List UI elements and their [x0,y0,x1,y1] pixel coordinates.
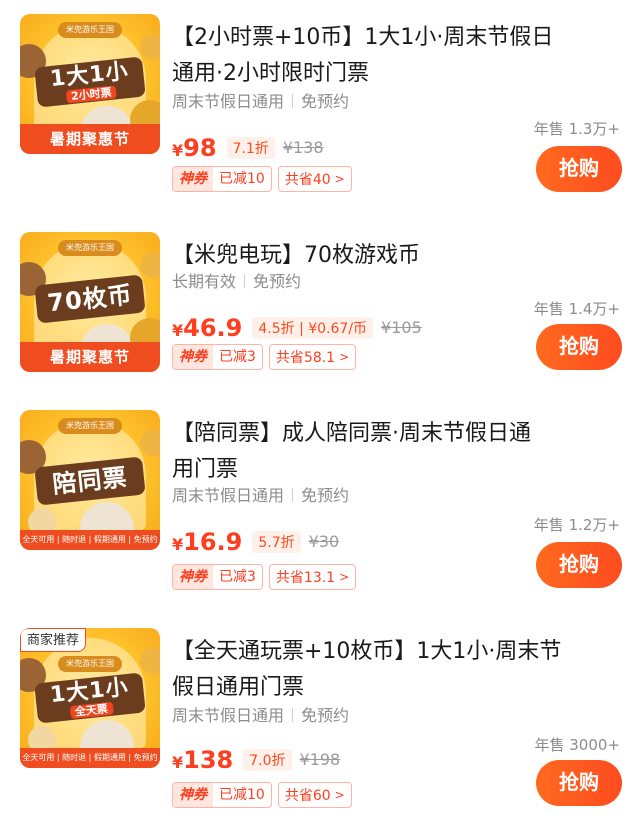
validity-label: 周末节假日通用 [172,92,285,111]
savings-link[interactable]: 共省60 > [277,782,352,808]
coupon-tag: 神券 [173,167,213,191]
chevron-right-icon: > [339,570,350,584]
deal-card[interactable]: 米兜游乐王国 70枚币 暑期聚惠节 【米兜电玩】70枚游戏币 长期有效 免预约 ¥… [0,232,640,402]
merchant-recommend-badge: 商家推荐 [20,628,87,652]
annual-sales: 年售 1.4万+ [533,300,620,318]
meta-divider [292,708,294,722]
chevron-right-icon: > [334,172,345,186]
buy-button[interactable]: 抢购 [536,760,622,806]
annual-sales: 年售 3000+ [534,736,620,754]
original-price: ¥30 [308,532,340,551]
coupon-badge: 神券 已减10 [172,782,272,808]
thumb-badge-title: 70枚币 [46,280,134,318]
booking-label: 免预约 [301,486,350,505]
savings-label: 共省60 [284,788,331,804]
savings-label: 共省13.1 [275,570,336,586]
annual-sales: 年售 1.3万+ [533,120,620,138]
deal-card[interactable]: 米兜游乐王国 1大1小 2小时票 暑期聚惠节 【2小时票+10币】1大1小·周末… [0,14,640,204]
coupon-badge: 神券 已减10 [172,166,272,192]
thumb-badge-title: 1大1小 [48,674,130,708]
coupon-tag: 神券 [173,783,213,807]
savings-link[interactable]: 共省13.1 > [268,564,357,590]
price-row: ¥46.9 4.5折 | ¥0.67/币 ¥105 [172,314,422,342]
park-logo: 米兜游乐王国 [58,22,122,38]
deal-meta: 周末节假日通用 免预约 [172,90,349,114]
booking-label: 免预约 [301,706,350,725]
price-row: ¥138 7.0折 ¥198 [172,746,340,774]
coupon-row: 神券 已减3 共省13.1 > [172,564,357,590]
discount-badge: 5.7折 [252,531,301,553]
validity-label: 长期有效 [172,272,237,291]
coupon-amount: 已减10 [219,171,265,187]
coupon-row: 神券 已减3 共省58.1 > [172,344,357,370]
booking-label: 免预约 [253,272,302,291]
thumb-badge-title: 1大1小 [48,58,130,92]
deal-thumbnail[interactable]: 米兜游乐王国 陪同票 全天可用 | 随时退 | 假期通用 | 免预约 [20,410,160,550]
original-price: ¥198 [299,750,341,769]
validity-label: 周末节假日通用 [172,706,285,725]
deal-card[interactable]: 米兜游乐王国 陪同票 全天可用 | 随时退 | 假期通用 | 免预约 【陪同票】… [0,410,640,600]
deal-meta: 周末节假日通用 免预约 [172,484,349,508]
thumb-ribbon: 暑期聚惠节 [20,342,160,372]
discount-badge: 4.5折 | ¥0.67/币 [252,317,374,339]
park-logo: 米兜游乐王国 [58,656,122,672]
coupon-row: 神券 已减10 共省60 > [172,782,352,808]
deal-thumbnail[interactable]: 米兜游乐王国 1大1小 2小时票 暑期聚惠节 [20,14,160,154]
deal-thumbnail[interactable]: 米兜游乐王国 70枚币 暑期聚惠节 [20,232,160,372]
coupon-amount: 已减10 [219,787,265,803]
deal-title[interactable]: 【2小时票+10币】1大1小·周末节假日 通用·2小时限时门票 [172,20,624,92]
coupon-row: 神券 已减10 共省40 > [172,166,352,192]
original-price: ¥138 [282,138,324,157]
discount-badge: 7.1折 [226,137,275,159]
price: ¥16.9 [172,528,243,556]
meta-divider [292,488,294,502]
park-logo: 米兜游乐王国 [58,418,122,434]
price: ¥138 [172,746,234,774]
booking-label: 免预约 [301,92,350,111]
savings-label: 共省40 [284,172,331,188]
thumb-ribbon: 全天可用 | 随时退 | 假期通用 | 免预约 [20,748,160,768]
buy-button[interactable]: 抢购 [536,324,622,370]
coupon-badge: 神券 已减3 [172,564,263,590]
deal-thumbnail[interactable]: 米兜游乐王国 1大1小 全天票 全天可用 | 随时退 | 假期通用 | 免预约 … [20,628,160,768]
deal-list: 米兜游乐王国 1大1小 2小时票 暑期聚惠节 【2小时票+10币】1大1小·周末… [0,0,640,834]
savings-label: 共省58.1 [275,350,336,366]
coupon-amount: 已减3 [219,349,256,365]
validity-label: 周末节假日通用 [172,486,285,505]
original-price: ¥105 [381,318,422,337]
chevron-right-icon: > [339,350,350,364]
annual-sales: 年售 1.2万+ [533,516,620,534]
coupon-badge: 神券 已减3 [172,344,263,370]
deal-title[interactable]: 【米兜电玩】70枚游戏币 [172,238,624,274]
thumb-ribbon: 暑期聚惠节 [20,124,160,154]
savings-link[interactable]: 共省40 > [277,166,352,192]
discount-badge: 7.0折 [243,749,292,771]
price-row: ¥98 7.1折 ¥138 [172,134,324,162]
price: ¥46.9 [172,314,243,342]
buy-button[interactable]: 抢购 [536,542,622,588]
thumb-ribbon: 全天可用 | 随时退 | 假期通用 | 免预约 [20,530,160,550]
price-row: ¥16.9 5.7折 ¥30 [172,528,339,556]
deal-meta: 周末节假日通用 免预约 [172,704,349,728]
coupon-tag: 神券 [173,565,213,589]
buy-button[interactable]: 抢购 [536,146,622,192]
savings-link[interactable]: 共省58.1 > [268,344,357,370]
meta-divider [292,94,294,108]
thumb-badge-title: 陪同票 [51,463,129,499]
deal-card[interactable]: 米兜游乐王国 1大1小 全天票 全天可用 | 随时退 | 假期通用 | 免预约 … [0,628,640,828]
chevron-right-icon: > [334,788,345,802]
park-logo: 米兜游乐王国 [58,240,122,256]
coupon-amount: 已减3 [219,569,256,585]
deal-title[interactable]: 【陪同票】成人陪同票·周末节假日通 用门票 [172,416,624,488]
meta-divider [244,274,246,288]
deal-title[interactable]: 【全天通玩票+10枚币】1大1小·周末节 假日通用门票 [172,634,624,706]
coupon-tag: 神券 [173,345,213,369]
deal-meta: 长期有效 免预约 [172,270,301,294]
price: ¥98 [172,134,217,162]
